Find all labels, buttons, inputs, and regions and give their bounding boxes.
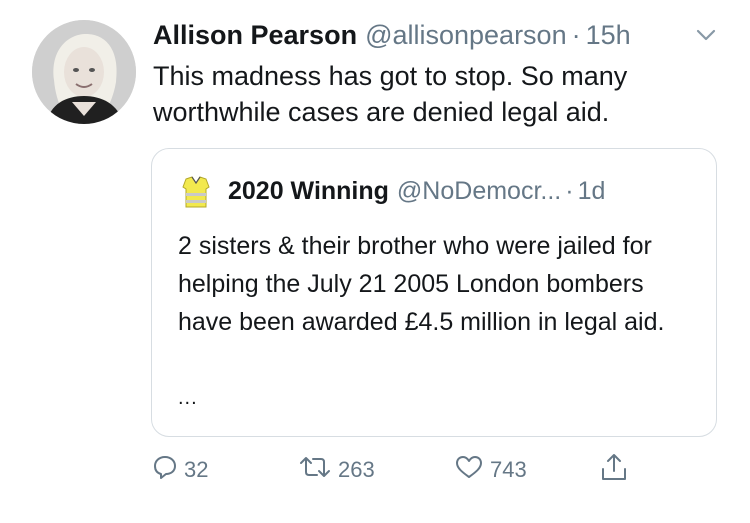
quoted-author-avatar[interactable]	[176, 171, 216, 211]
quoted-tweet-more: ...	[178, 387, 198, 409]
retweet-button[interactable]: 263	[298, 452, 375, 488]
tweet-timestamp[interactable]: 15h	[586, 15, 631, 55]
quoted-separator-dot: ·	[565, 177, 574, 205]
tweet-header: Allison Pearson @allisonpearson · 15h	[153, 15, 733, 55]
reply-icon	[152, 454, 184, 486]
quoted-tweet-text: 2 sisters & their brother who were jaile…	[178, 232, 665, 336]
reply-count: 32	[184, 457, 209, 482]
like-button[interactable]: 743	[454, 452, 527, 488]
tweet: Allison Pearson @allisonpearson · 15h Th…	[0, 0, 750, 523]
tweet-text: This madness has got to stop. So many wo…	[153, 61, 628, 127]
author-name[interactable]: Allison Pearson	[153, 15, 357, 55]
like-count: 743	[490, 457, 527, 482]
retweet-count: 263	[338, 457, 375, 482]
author-avatar[interactable]	[32, 20, 136, 124]
separator-dot: ·	[571, 20, 581, 50]
retweet-icon	[298, 454, 338, 486]
share-button[interactable]	[600, 452, 634, 488]
quoted-author-handle[interactable]: @NoDemocr...	[397, 171, 561, 211]
chevron-down-icon[interactable]	[693, 22, 719, 48]
like-icon	[454, 454, 490, 486]
quoted-tweet[interactable]: 2020 Winning @NoDemocr... · 1d 2 sisters…	[151, 148, 717, 437]
quoted-tweet-timestamp[interactable]: 1d	[578, 171, 606, 211]
share-icon	[600, 452, 634, 488]
author-handle[interactable]: @allisonpearson	[365, 15, 567, 55]
tweet-actions: 32 263 743	[152, 452, 652, 488]
quoted-tweet-header: 2020 Winning @NoDemocr... · 1d	[176, 171, 696, 211]
reply-button[interactable]: 32	[152, 452, 208, 488]
quoted-author-name[interactable]: 2020 Winning	[228, 171, 389, 211]
